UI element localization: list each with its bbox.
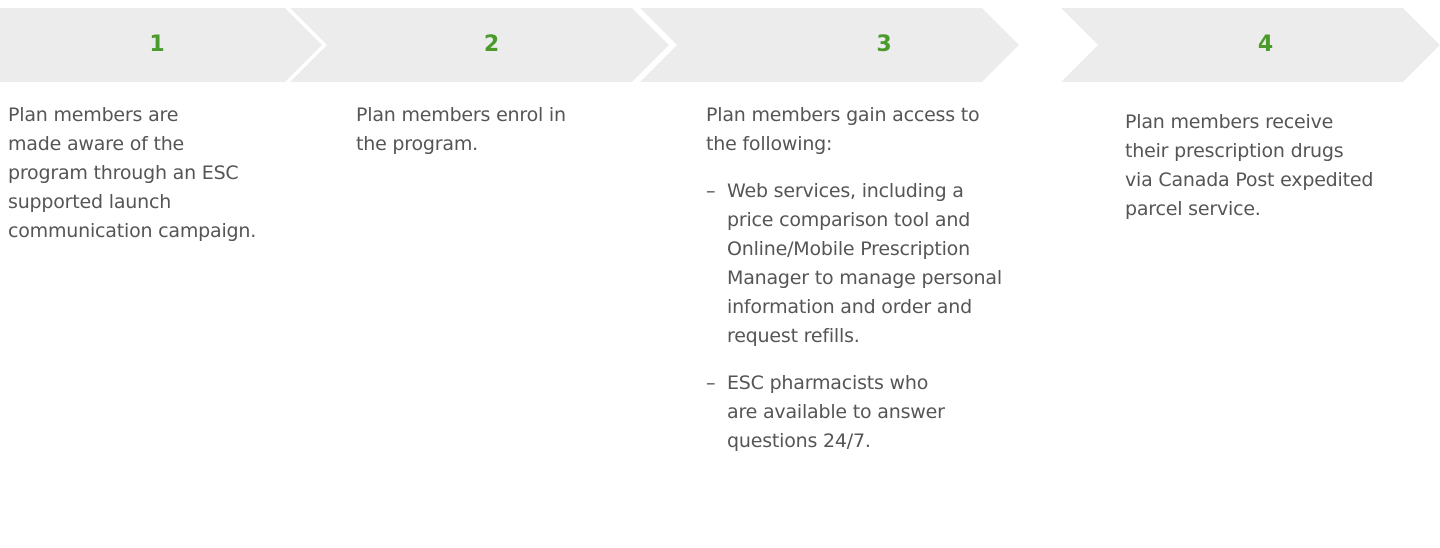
list-item: – ESC pharmacists who are available to a… <box>706 369 1046 456</box>
step-2-description: Plan members enrol in the program. <box>356 101 656 159</box>
step-3-line: the following: <box>706 133 833 155</box>
step-4-line: parcel service. <box>1125 198 1261 220</box>
bullet-line: are available to answer <box>727 401 945 423</box>
bullet-line: ESC pharmacists who <box>727 372 929 394</box>
step-1-line: program through an ESC <box>8 162 239 184</box>
step-2-line: the program. <box>356 133 478 155</box>
step-1-line: Plan members are <box>8 104 179 126</box>
step-4-line: via Canada Post expedited <box>1125 169 1374 191</box>
step-2-chevron: 2 <box>290 8 669 82</box>
step-1-line: made aware of the <box>8 133 185 155</box>
bullet-line: Online/Mobile Prescription <box>727 238 970 260</box>
dash-bullet-icon: – <box>706 180 716 202</box>
step-4-chevron: 4 <box>1061 8 1440 82</box>
step-2-line: Plan members enrol in <box>356 104 566 126</box>
dash-bullet-icon: – <box>706 372 716 394</box>
step-1-line: supported launch <box>8 191 172 213</box>
bullet-line: request refills. <box>727 325 860 347</box>
step-3-chevron: 3 <box>640 8 1019 82</box>
step-4-line: Plan members receive <box>1125 111 1334 133</box>
bullet-line: price comparison tool and <box>727 209 971 231</box>
step-1-chevron: 1 <box>0 8 322 82</box>
step-3-description: Plan members gain access to the followin… <box>706 101 1046 456</box>
step-4-description: Plan members receive their prescription … <box>1125 108 1440 224</box>
step-4-number: 4 <box>1257 32 1274 57</box>
process-steps-bar: 1 2 3 4 <box>0 0 1440 90</box>
bullet-line: questions 24/7. <box>727 430 871 452</box>
step-4-line: their prescription drugs <box>1125 140 1344 162</box>
list-item: – Web services, including a price compar… <box>706 177 1046 351</box>
step-3-bullet-list: – Web services, including a price compar… <box>706 177 1046 456</box>
bullet-line: Manager to manage personal <box>727 267 1002 289</box>
step-1-line: communication campaign. <box>8 220 257 242</box>
step-3-number: 3 <box>876 32 892 57</box>
step-3-line: Plan members gain access to <box>706 104 980 126</box>
step-1-description: Plan members are made aware of the progr… <box>8 101 338 246</box>
bullet-line: Web services, including a <box>727 180 964 202</box>
step-2-number: 2 <box>483 32 500 57</box>
step-1-number: 1 <box>149 32 165 57</box>
bullet-line: information and order and <box>727 296 972 318</box>
